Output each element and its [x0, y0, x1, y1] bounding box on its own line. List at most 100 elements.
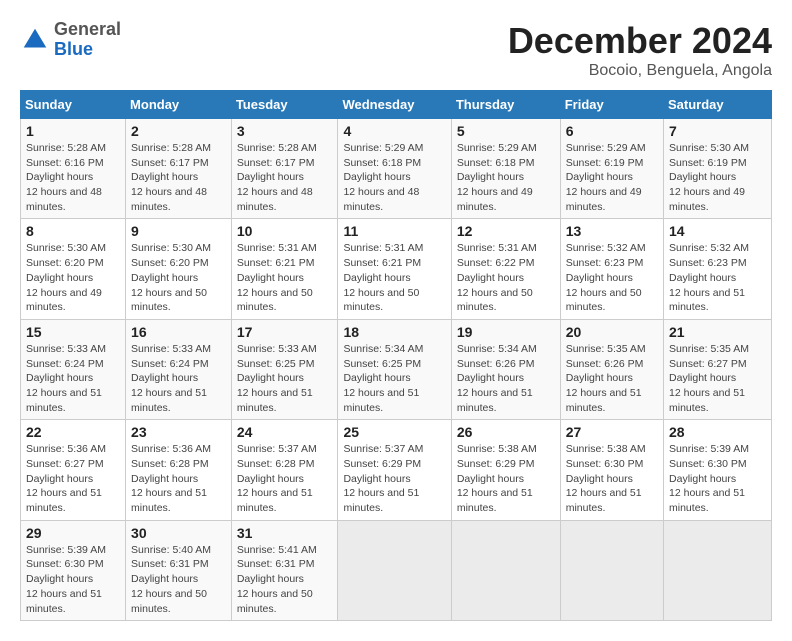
- day-info: Sunrise: 5:29 AMSunset: 6:18 PMDaylight …: [343, 142, 423, 213]
- day-info: Sunrise: 5:28 AMSunset: 6:16 PMDaylight …: [26, 142, 106, 213]
- day-cell-1: 1 Sunrise: 5:28 AMSunset: 6:16 PMDaylight…: [21, 119, 126, 219]
- day-number: 11: [343, 223, 445, 239]
- day-info: Sunrise: 5:29 AMSunset: 6:19 PMDaylight …: [566, 142, 646, 213]
- day-info: Sunrise: 5:38 AMSunset: 6:29 PMDaylight …: [457, 443, 537, 514]
- day-number: 2: [131, 123, 226, 139]
- day-number: 15: [26, 324, 120, 340]
- day-info: Sunrise: 5:31 AMSunset: 6:22 PMDaylight …: [457, 242, 537, 313]
- day-cell-16: 16 Sunrise: 5:33 AMSunset: 6:24 PMDayligh…: [126, 319, 232, 419]
- empty-cell: [664, 520, 772, 620]
- day-info: Sunrise: 5:36 AMSunset: 6:27 PMDaylight …: [26, 443, 106, 514]
- day-number: 17: [237, 324, 333, 340]
- day-cell-11: 11 Sunrise: 5:31 AMSunset: 6:21 PMDayligh…: [338, 219, 451, 319]
- day-cell-22: 22 Sunrise: 5:36 AMSunset: 6:27 PMDayligh…: [21, 420, 126, 520]
- logo-text: General Blue: [54, 20, 121, 60]
- logo-blue: Blue: [54, 39, 93, 59]
- day-number: 4: [343, 123, 445, 139]
- day-cell-8: 8 Sunrise: 5:30 AMSunset: 6:20 PMDaylight…: [21, 219, 126, 319]
- day-number: 28: [669, 424, 766, 440]
- day-cell-19: 19 Sunrise: 5:34 AMSunset: 6:26 PMDayligh…: [451, 319, 560, 419]
- weekday-header-thursday: Thursday: [451, 91, 560, 119]
- day-cell-18: 18 Sunrise: 5:34 AMSunset: 6:25 PMDayligh…: [338, 319, 451, 419]
- title-block: December 2024 Bocoio, Benguela, Angola: [508, 20, 772, 80]
- empty-cell: [451, 520, 560, 620]
- day-info: Sunrise: 5:37 AMSunset: 6:29 PMDaylight …: [343, 443, 423, 514]
- day-info: Sunrise: 5:30 AMSunset: 6:20 PMDaylight …: [26, 242, 106, 313]
- day-number: 19: [457, 324, 555, 340]
- day-cell-27: 27Sunrise: 5:38 AMSunset: 6:30 PMDayligh…: [560, 420, 663, 520]
- day-info: Sunrise: 5:36 AMSunset: 6:28 PMDaylight …: [131, 443, 211, 514]
- weekday-header-tuesday: Tuesday: [231, 91, 338, 119]
- calendar-week-5: 29 Sunrise: 5:39 AMSunset: 6:30 PMDayligh…: [21, 520, 772, 620]
- day-info: Sunrise: 5:33 AMSunset: 6:24 PMDaylight …: [26, 343, 106, 414]
- day-info: Sunrise: 5:30 AMSunset: 6:20 PMDaylight …: [131, 242, 211, 313]
- day-number: 5: [457, 123, 555, 139]
- day-cell-24: 24Sunrise: 5:37 AMSunset: 6:28 PMDayligh…: [231, 420, 338, 520]
- day-info: Sunrise: 5:32 AMSunset: 6:23 PMDaylight …: [566, 242, 646, 313]
- day-info: Sunrise: 5:30 AMSunset: 6:19 PMDaylight …: [669, 142, 749, 213]
- day-number: 20: [566, 324, 658, 340]
- day-number: 3: [237, 123, 333, 139]
- day-info: Sunrise: 5:40 AMSunset: 6:31 PMDaylight …: [131, 544, 211, 615]
- day-cell-14: 14Sunrise: 5:32 AMSunset: 6:23 PMDayligh…: [664, 219, 772, 319]
- day-cell-23: 23Sunrise: 5:36 AMSunset: 6:28 PMDayligh…: [126, 420, 232, 520]
- calendar-week-3: 15 Sunrise: 5:33 AMSunset: 6:24 PMDayligh…: [21, 319, 772, 419]
- day-number: 22: [26, 424, 120, 440]
- weekday-header-monday: Monday: [126, 91, 232, 119]
- day-info: Sunrise: 5:33 AMSunset: 6:24 PMDaylight …: [131, 343, 211, 414]
- day-cell-29: 29 Sunrise: 5:39 AMSunset: 6:30 PMDayligh…: [21, 520, 126, 620]
- day-info: Sunrise: 5:35 AMSunset: 6:26 PMDaylight …: [566, 343, 646, 414]
- calendar-week-2: 8 Sunrise: 5:30 AMSunset: 6:20 PMDaylight…: [21, 219, 772, 319]
- day-number: 10: [237, 223, 333, 239]
- day-info: Sunrise: 5:41 AMSunset: 6:31 PMDaylight …: [237, 544, 317, 615]
- day-cell-9: 9 Sunrise: 5:30 AMSunset: 6:20 PMDaylight…: [126, 219, 232, 319]
- day-info: Sunrise: 5:37 AMSunset: 6:28 PMDaylight …: [237, 443, 317, 514]
- day-cell-6: 6Sunrise: 5:29 AMSunset: 6:19 PMDaylight…: [560, 119, 663, 219]
- logo-icon: [20, 25, 50, 55]
- day-cell-12: 12 Sunrise: 5:31 AMSunset: 6:22 PMDayligh…: [451, 219, 560, 319]
- day-number: 16: [131, 324, 226, 340]
- day-number: 27: [566, 424, 658, 440]
- day-info: Sunrise: 5:34 AMSunset: 6:26 PMDaylight …: [457, 343, 537, 414]
- day-number: 7: [669, 123, 766, 139]
- day-number: 12: [457, 223, 555, 239]
- day-cell-26: 26Sunrise: 5:38 AMSunset: 6:29 PMDayligh…: [451, 420, 560, 520]
- day-cell-15: 15 Sunrise: 5:33 AMSunset: 6:24 PMDayligh…: [21, 319, 126, 419]
- calendar-week-1: 1 Sunrise: 5:28 AMSunset: 6:16 PMDaylight…: [21, 119, 772, 219]
- day-cell-30: 30 Sunrise: 5:40 AMSunset: 6:31 PMDayligh…: [126, 520, 232, 620]
- day-number: 25: [343, 424, 445, 440]
- day-number: 18: [343, 324, 445, 340]
- calendar-body: 1 Sunrise: 5:28 AMSunset: 6:16 PMDaylight…: [21, 119, 772, 621]
- location: Bocoio, Benguela, Angola: [508, 62, 772, 80]
- day-info: Sunrise: 5:34 AMSunset: 6:25 PMDaylight …: [343, 343, 423, 414]
- day-number: 29: [26, 525, 120, 541]
- logo: General Blue: [20, 20, 121, 60]
- day-cell-4: 4 Sunrise: 5:29 AMSunset: 6:18 PMDaylight…: [338, 119, 451, 219]
- day-info: Sunrise: 5:39 AMSunset: 6:30 PMDaylight …: [26, 544, 106, 615]
- day-cell-25: 25 Sunrise: 5:37 AMSunset: 6:29 PMDayligh…: [338, 420, 451, 520]
- day-cell-13: 13 Sunrise: 5:32 AMSunset: 6:23 PMDayligh…: [560, 219, 663, 319]
- day-info: Sunrise: 5:35 AMSunset: 6:27 PMDaylight …: [669, 343, 749, 414]
- day-info: Sunrise: 5:31 AMSunset: 6:21 PMDaylight …: [343, 242, 423, 313]
- day-cell-20: 20 Sunrise: 5:35 AMSunset: 6:26 PMDayligh…: [560, 319, 663, 419]
- weekday-header-wednesday: Wednesday: [338, 91, 451, 119]
- day-cell-3: 3 Sunrise: 5:28 AMSunset: 6:17 PMDaylight…: [231, 119, 338, 219]
- day-number: 13: [566, 223, 658, 239]
- empty-cell: [560, 520, 663, 620]
- day-cell-2: 2Sunrise: 5:28 AMSunset: 6:17 PMDaylight…: [126, 119, 232, 219]
- weekday-header-friday: Friday: [560, 91, 663, 119]
- day-info: Sunrise: 5:31 AMSunset: 6:21 PMDaylight …: [237, 242, 317, 313]
- calendar-header-row: SundayMondayTuesdayWednesdayThursdayFrid…: [21, 91, 772, 119]
- day-cell-28: 28Sunrise: 5:39 AMSunset: 6:30 PMDayligh…: [664, 420, 772, 520]
- day-number: 9: [131, 223, 226, 239]
- day-number: 30: [131, 525, 226, 541]
- weekday-header-sunday: Sunday: [21, 91, 126, 119]
- month-title: December 2024: [508, 20, 772, 62]
- day-number: 21: [669, 324, 766, 340]
- day-cell-7: 7 Sunrise: 5:30 AMSunset: 6:19 PMDaylight…: [664, 119, 772, 219]
- day-number: 1: [26, 123, 120, 139]
- day-number: 8: [26, 223, 120, 239]
- day-info: Sunrise: 5:28 AMSunset: 6:17 PMDaylight …: [237, 142, 317, 213]
- day-cell-21: 21 Sunrise: 5:35 AMSunset: 6:27 PMDayligh…: [664, 319, 772, 419]
- day-cell-17: 17Sunrise: 5:33 AMSunset: 6:25 PMDayligh…: [231, 319, 338, 419]
